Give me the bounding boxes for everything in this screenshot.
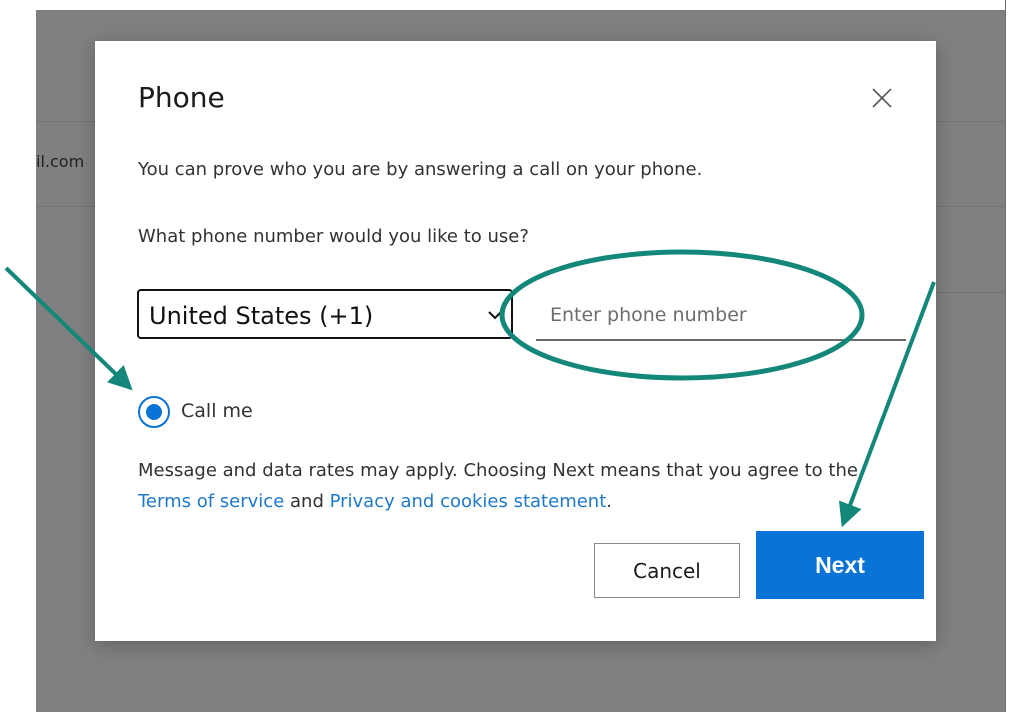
terms-of-service-link[interactable]: Terms of service — [138, 491, 284, 512]
phone-dialog: Phone You can prove who you are by answe… — [95, 41, 936, 641]
country-code-value: United States (+1) — [149, 302, 374, 330]
phone-number-input[interactable] — [536, 291, 906, 341]
terms-notice: Message and data rates may apply. Choosi… — [138, 455, 898, 517]
background-divider — [936, 121, 1006, 122]
close-icon — [872, 88, 892, 108]
background-edge — [1005, 0, 1006, 712]
background-divider — [36, 121, 96, 122]
chevron-down-icon — [488, 311, 502, 320]
dialog-description: You can prove who you are by answering a… — [138, 159, 703, 180]
country-code-select[interactable]: United States (+1) — [137, 289, 513, 339]
terms-text: . — [606, 491, 612, 512]
privacy-statement-link[interactable]: Privacy and cookies statement — [330, 491, 607, 512]
background-divider — [936, 292, 1006, 293]
phone-question: What phone number would you like to use? — [138, 226, 529, 247]
terms-text: and — [284, 491, 330, 512]
next-button[interactable]: Next — [756, 531, 924, 599]
dialog-title: Phone — [138, 81, 225, 114]
close-button[interactable] — [871, 87, 893, 109]
call-me-label: Call me — [181, 400, 253, 422]
call-me-radio[interactable] — [137, 395, 171, 429]
radio-selected-icon — [138, 396, 170, 428]
cancel-button[interactable]: Cancel — [594, 543, 740, 598]
background-email-fragment: il.com — [36, 152, 85, 171]
terms-text: Message and data rates may apply. Choosi… — [138, 460, 858, 481]
background-divider — [936, 206, 1006, 207]
background-divider — [36, 206, 96, 207]
